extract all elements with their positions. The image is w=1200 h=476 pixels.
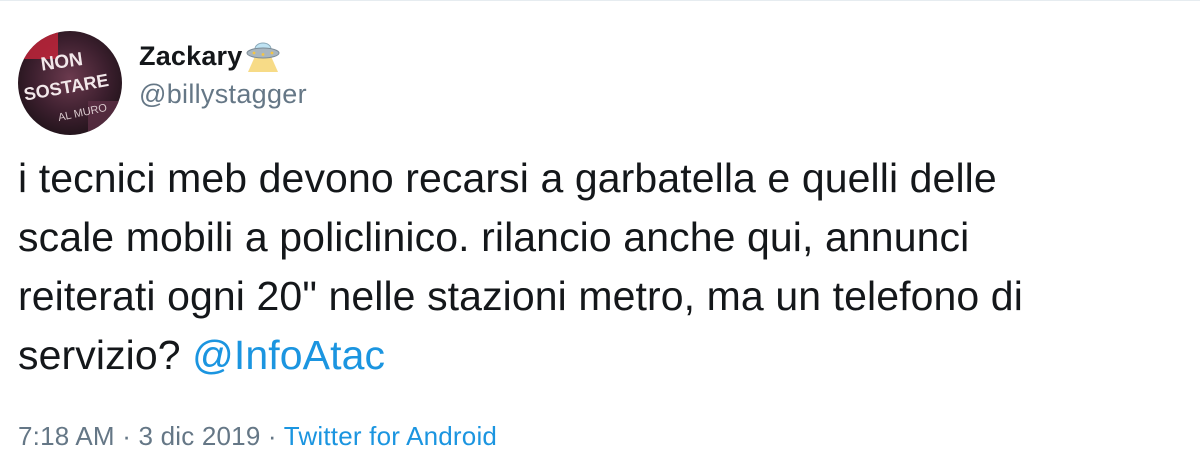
tweet-date[interactable]: 3 dic 2019 (139, 421, 261, 451)
tweet-card: NON SOSTARE AL MURO Zackary @billystagge… (0, 0, 1200, 476)
user-handle[interactable]: @billystagger (139, 79, 307, 110)
display-name[interactable]: Zackary (139, 41, 242, 72)
user-names: Zackary @billystagger (139, 39, 307, 110)
tweet-text-line-1: i tecnici meb devono recarsi a garbatell… (18, 155, 997, 201)
tweet-text-line-2: scale mobili a policlinico. rilancio anc… (18, 214, 970, 260)
tweet-meta: 7:18 AM · 3 dic 2019 · Twitter for Andro… (18, 421, 497, 452)
meta-separator-2: · (260, 421, 284, 451)
tweet-text: i tecnici meb devono recarsi a garbatell… (18, 149, 1188, 385)
tweet-text-line-3: reiterati ogni 20" nelle stazioni metro,… (18, 273, 1023, 319)
avatar[interactable]: NON SOSTARE AL MURO (18, 31, 122, 135)
tweet-time[interactable]: 7:18 AM (18, 421, 115, 451)
tweet-text-line-4: servizio? (18, 332, 193, 378)
tweet-source-link[interactable]: Twitter for Android (284, 421, 497, 451)
tweet-header: NON SOSTARE AL MURO Zackary @billystagge… (18, 31, 307, 135)
flying-saucer-icon (245, 40, 281, 72)
display-name-row[interactable]: Zackary (139, 39, 307, 73)
avatar-image: NON SOSTARE AL MURO (18, 31, 122, 135)
mention-link[interactable]: @InfoAtac (192, 332, 385, 378)
meta-separator: · (114, 421, 139, 451)
